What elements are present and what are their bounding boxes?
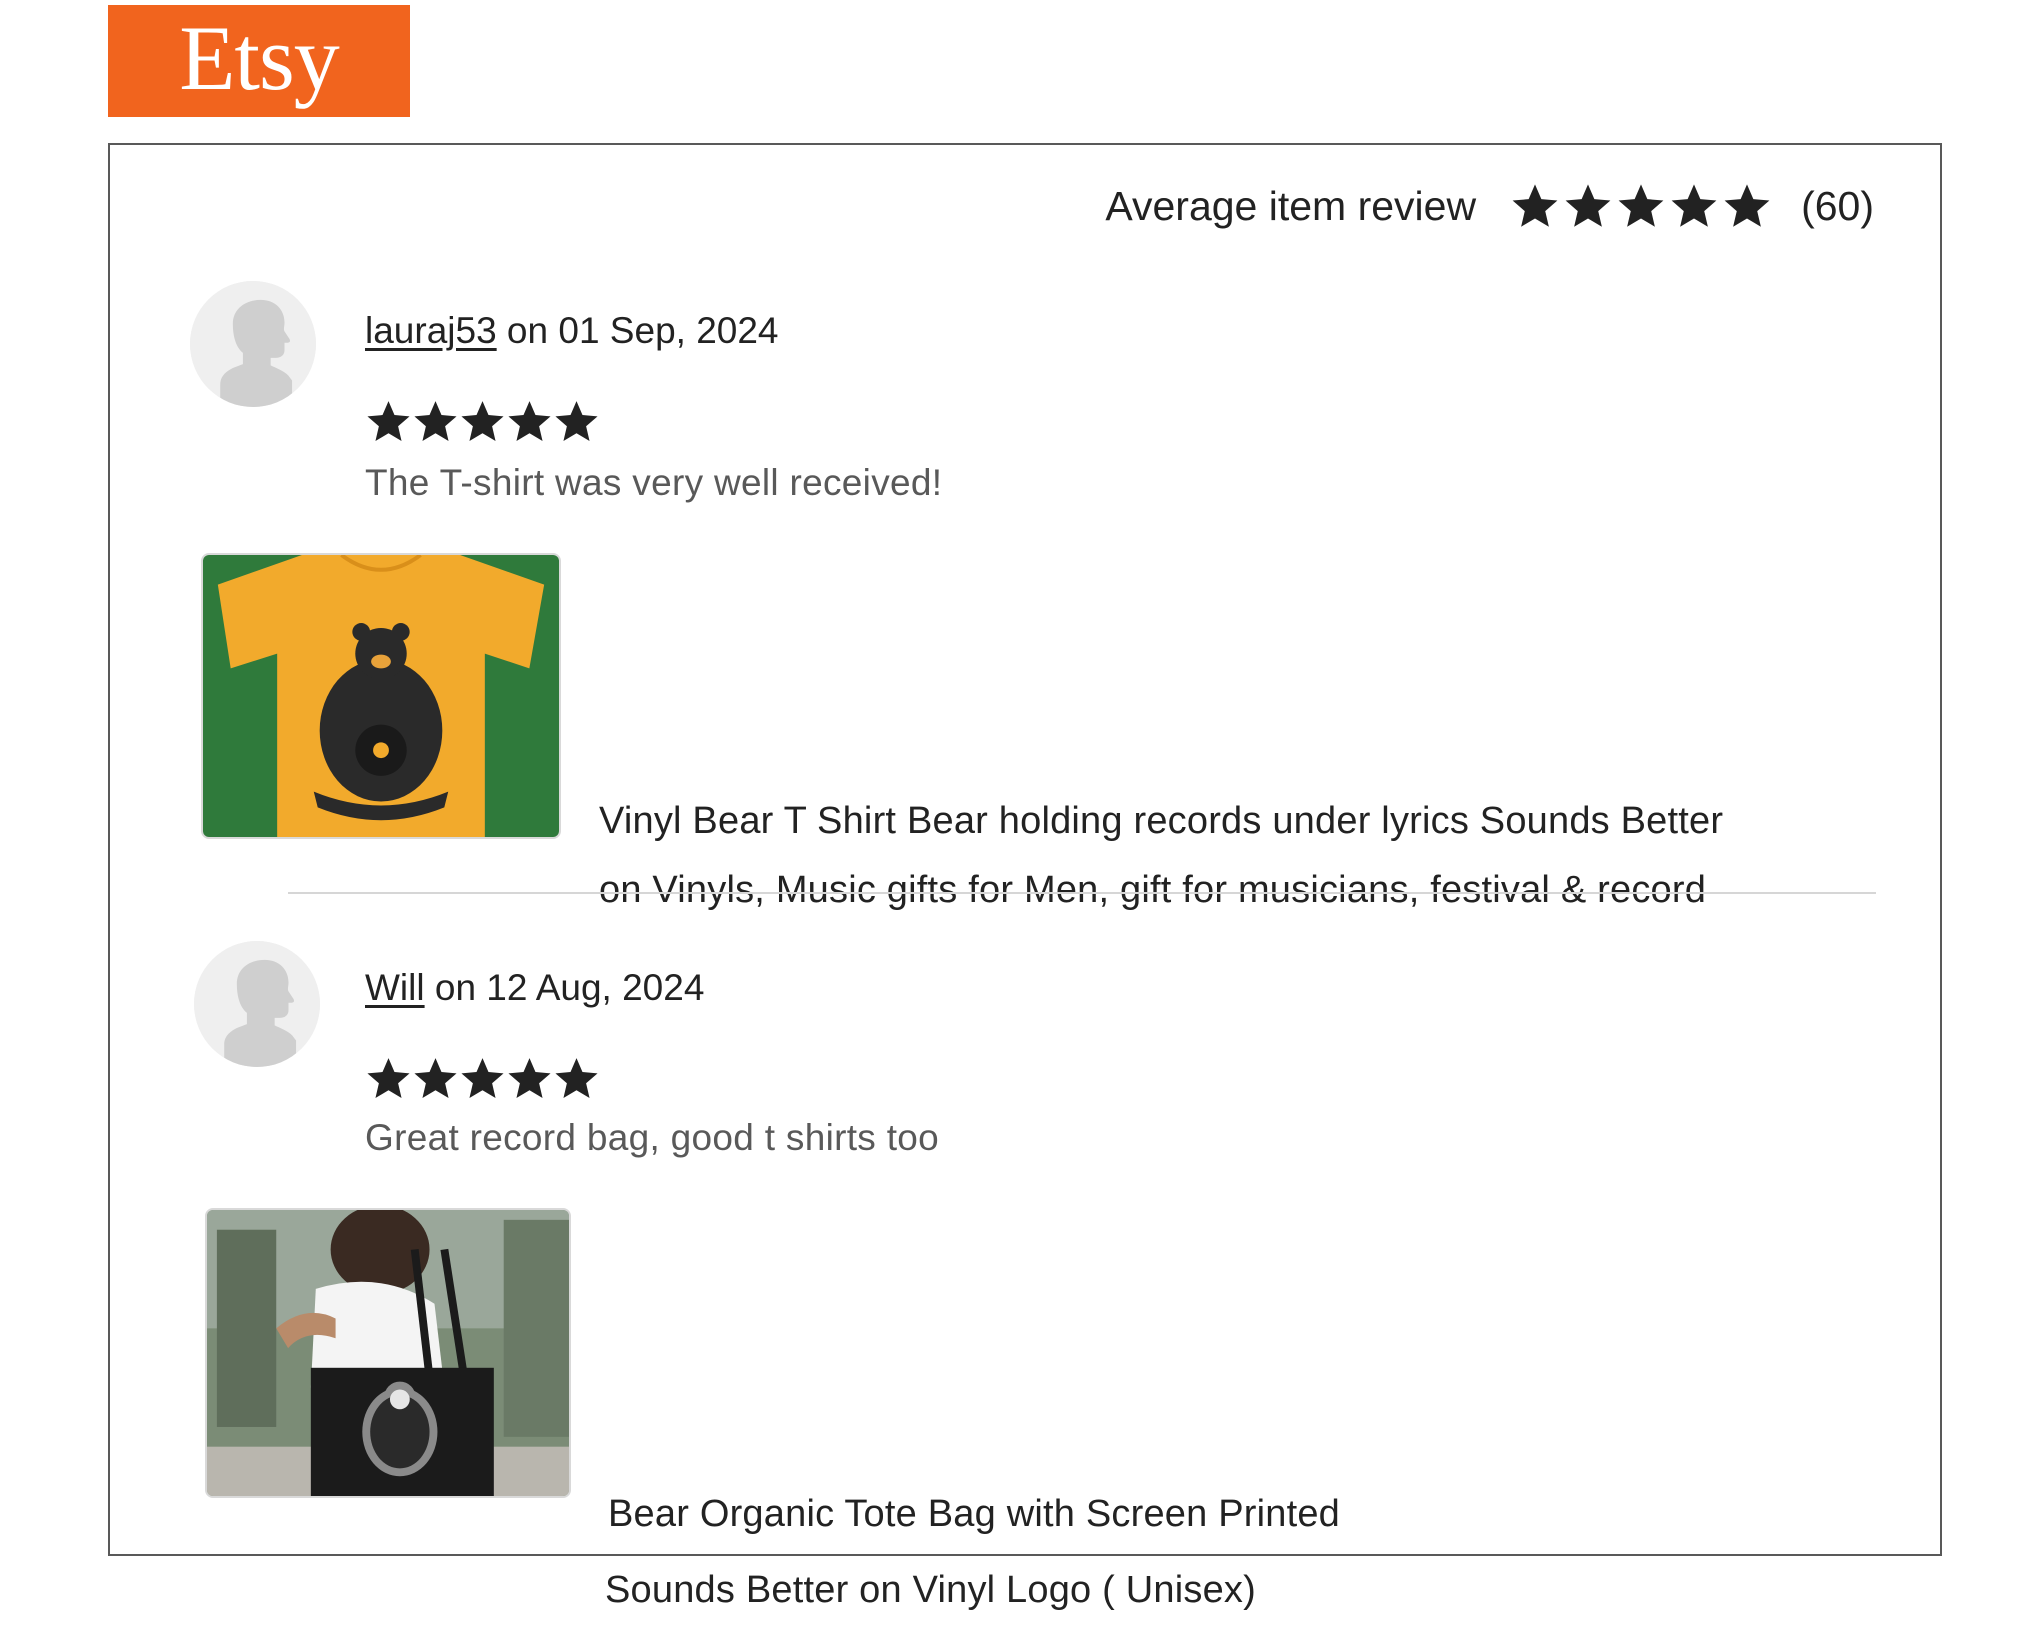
product-title-line: Sounds Better on Vinyl Logo ( Unisex): [605, 1569, 1256, 1611]
star-icon: [1669, 181, 1719, 231]
user-silhouette-icon: [194, 941, 320, 1067]
star-icon: [412, 398, 459, 445]
avatar[interactable]: [190, 281, 316, 407]
star-icon: [1563, 181, 1613, 231]
star-icon: [365, 1055, 412, 1102]
review-divider: [288, 892, 1876, 894]
tote-bag-product-image: [207, 1210, 569, 1496]
user-silhouette-icon: [190, 281, 316, 407]
star-icon: [1510, 181, 1560, 231]
product-thumbnail[interactable]: [205, 1208, 571, 1498]
tshirt-product-image: [203, 555, 559, 837]
review-meta: Will on 12 Aug, 2024: [365, 967, 704, 1009]
review-rating-stars: [365, 1055, 600, 1102]
star-icon: [1722, 181, 1772, 231]
product-title-link[interactable]: Vinyl Bear T Shirt Bear holding records …: [599, 787, 1723, 925]
etsy-logo-text: Etsy: [179, 7, 340, 109]
product-title-line: Bear Organic Tote Bag with Screen Printe…: [608, 1493, 1340, 1535]
star-icon: [1616, 181, 1666, 231]
review-count: (60): [1801, 182, 1874, 229]
average-review-label: Average item review: [1105, 182, 1477, 229]
star-icon: [553, 398, 600, 445]
etsy-logo[interactable]: Etsy: [108, 5, 410, 117]
reviewer-username-link[interactable]: lauraj53: [365, 310, 497, 351]
average-review-summary: Average item review (60): [1105, 181, 1874, 231]
star-icon: [365, 398, 412, 445]
reviews-panel: Average item review (60) lauraj53 on 01 …: [108, 143, 1942, 1611]
reviewer-username-link[interactable]: Will: [365, 967, 425, 1008]
star-icon: [412, 1055, 459, 1102]
average-rating-stars: [1510, 181, 1775, 231]
avatar[interactable]: [194, 941, 320, 1067]
product-thumbnail[interactable]: [201, 553, 561, 839]
star-icon: [506, 398, 553, 445]
review-rating-stars: [365, 398, 600, 445]
review-meta: lauraj53 on 01 Sep, 2024: [365, 310, 779, 352]
star-icon: [459, 398, 506, 445]
product-title-line: on Vinyls, Music gifts for Men, gift for…: [599, 869, 1707, 911]
star-icon: [506, 1055, 553, 1102]
star-icon: [553, 1055, 600, 1102]
review-date: on 01 Sep, 2024: [496, 310, 779, 351]
product-title-line: Vinyl Bear T Shirt Bear holding records …: [599, 800, 1724, 842]
review-text: Great record bag, good t shirts too: [365, 1117, 940, 1158]
product-title-link[interactable]: Bear Organic Tote Bag with Screen Printe…: [605, 1476, 1340, 1628]
review-text: The T-shirt was very well received!: [365, 462, 943, 503]
star-icon: [459, 1055, 506, 1102]
review-date: on 12 Aug, 2024: [424, 967, 705, 1008]
